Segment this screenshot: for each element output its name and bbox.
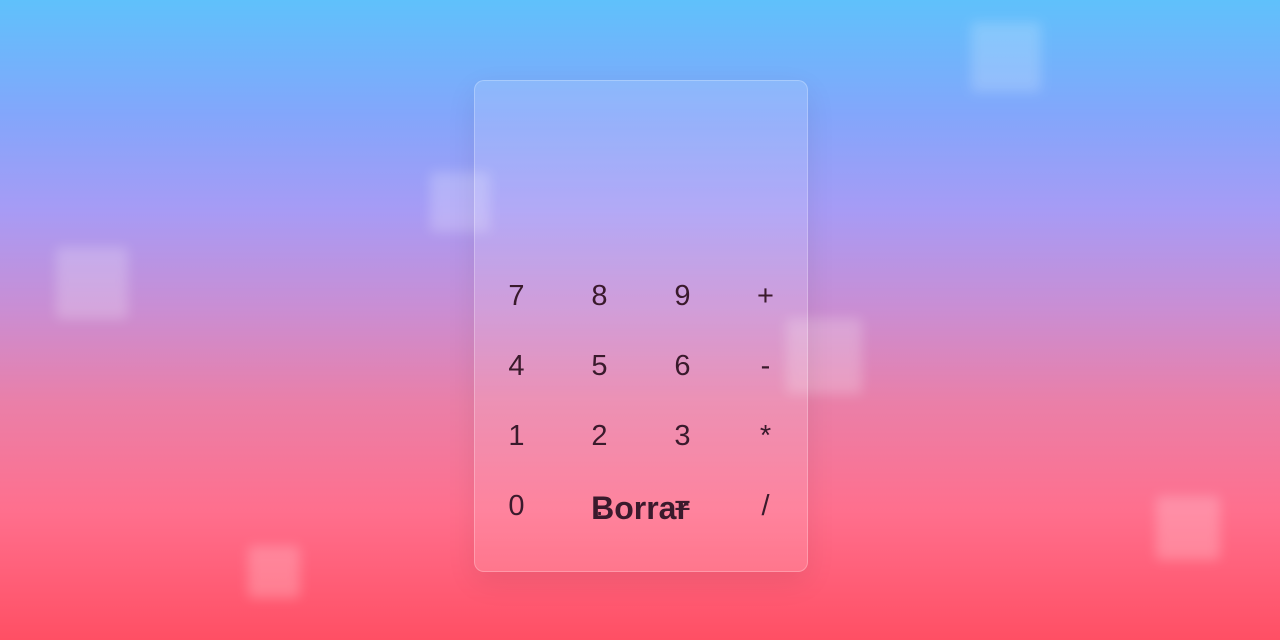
keypad-row: 1 2 3 * — [475, 401, 807, 471]
key-8[interactable]: 8 — [558, 261, 641, 331]
key-subtract[interactable]: - — [724, 331, 807, 401]
keypad-row: 4 5 6 - — [475, 331, 807, 401]
decorative-square — [248, 546, 300, 598]
key-3[interactable]: 3 — [641, 401, 724, 471]
key-6[interactable]: 6 — [641, 331, 724, 401]
key-2[interactable]: 2 — [558, 401, 641, 471]
key-1[interactable]: 1 — [475, 401, 558, 471]
key-9[interactable]: 9 — [641, 261, 724, 331]
key-add[interactable]: + — [724, 261, 807, 331]
key-4[interactable]: 4 — [475, 331, 558, 401]
decorative-square — [56, 247, 128, 319]
decorative-square — [1156, 496, 1220, 560]
clear-button[interactable]: Borrar — [474, 483, 806, 533]
key-multiply[interactable]: * — [724, 401, 807, 471]
key-7[interactable]: 7 — [475, 261, 558, 331]
decorative-square — [971, 22, 1041, 92]
keypad-row: 7 8 9 + — [475, 261, 807, 331]
key-5[interactable]: 5 — [558, 331, 641, 401]
